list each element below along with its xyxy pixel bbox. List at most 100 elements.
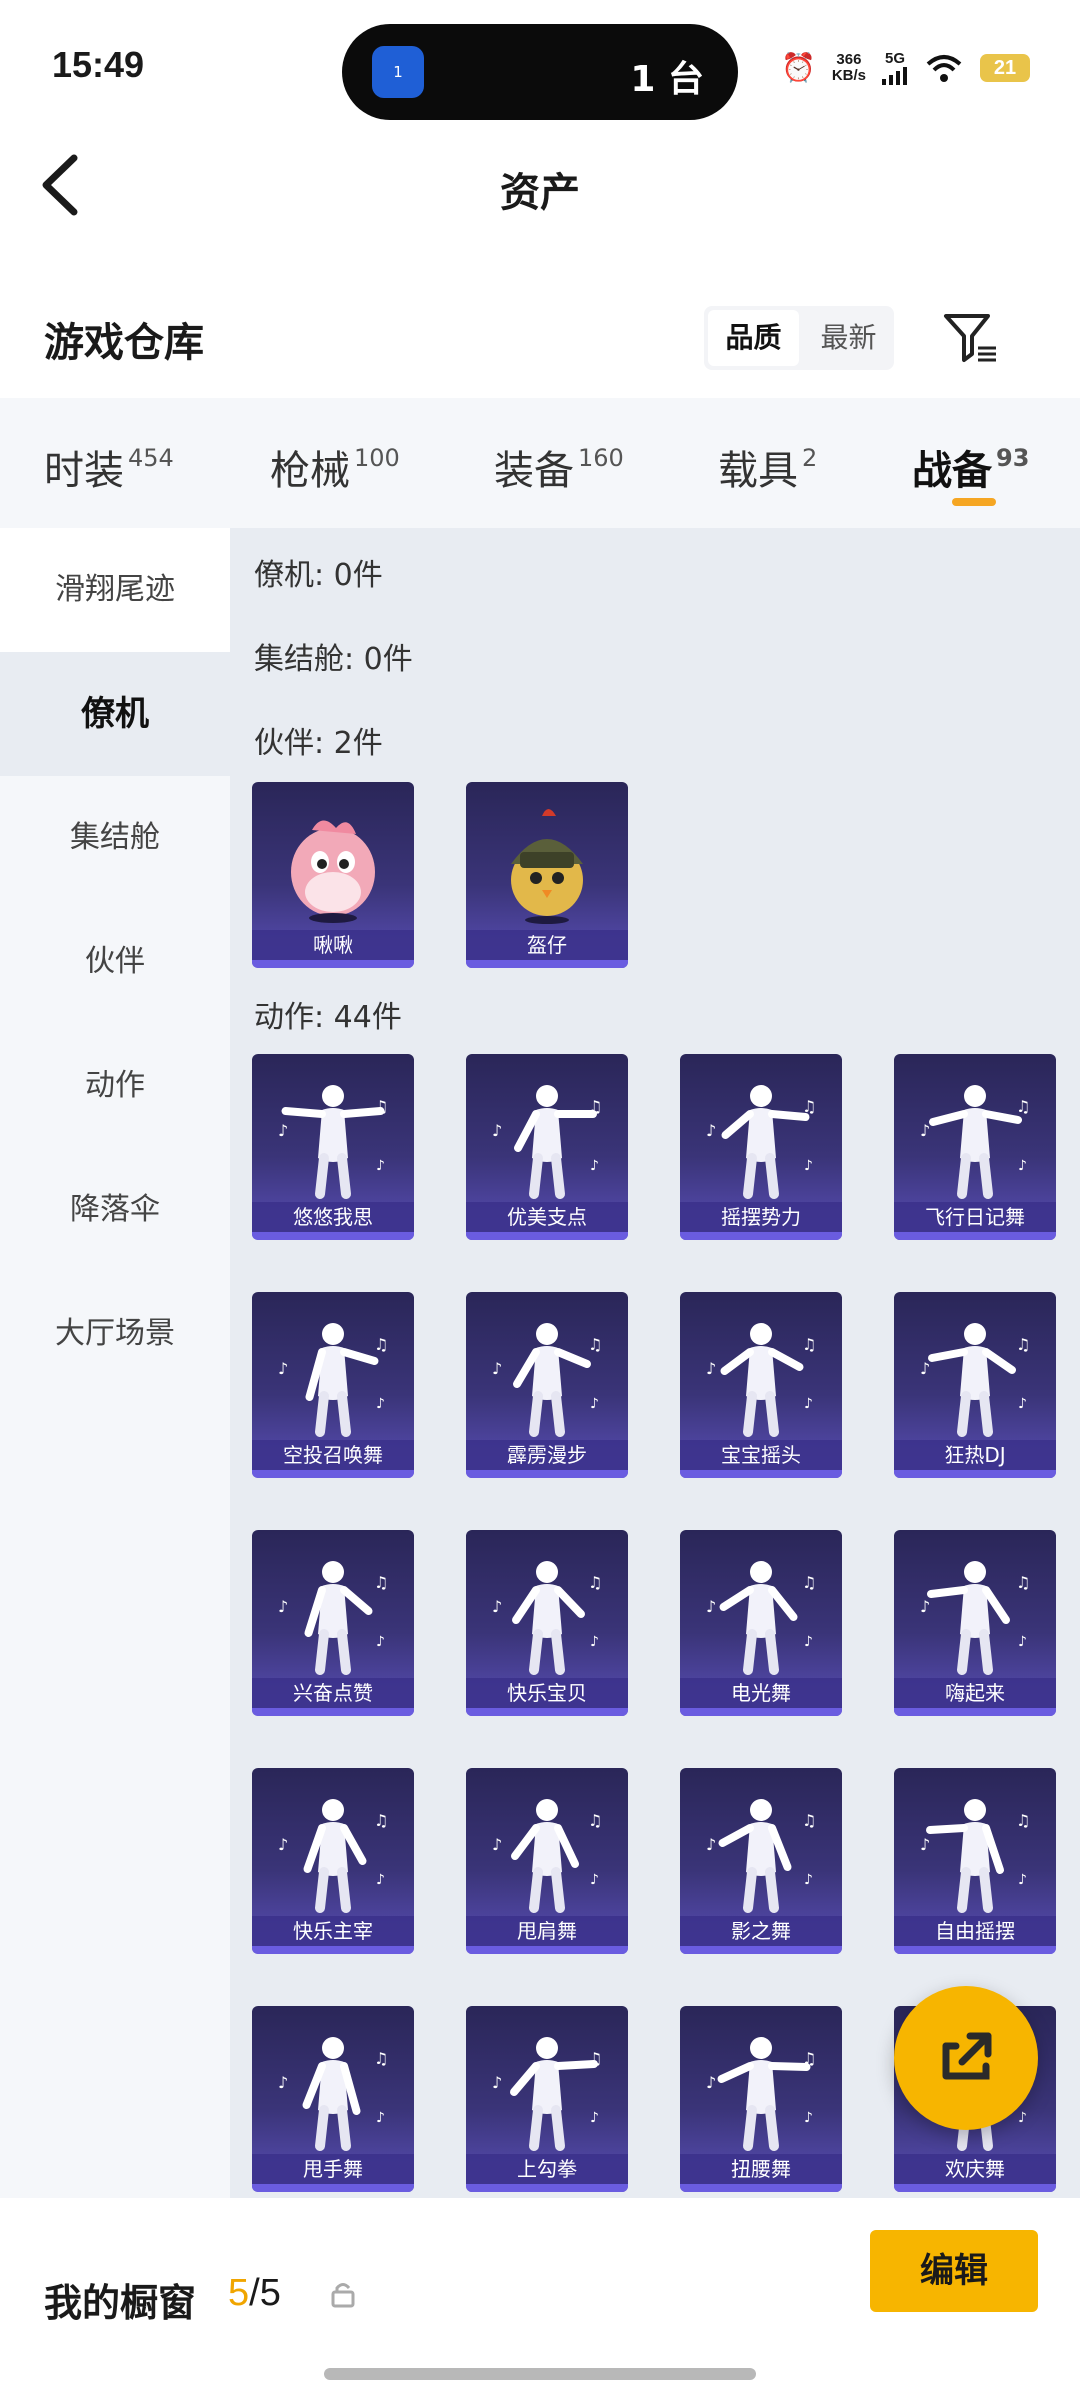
tab-count: 160 — [578, 444, 624, 472]
tab-fashion[interactable]: 时装 454 — [44, 438, 174, 496]
svg-text:♪: ♪ — [278, 1121, 288, 1140]
emote-name: 甩肩舞 — [466, 1916, 628, 1946]
sort-quality-button[interactable]: 品质 — [708, 310, 799, 366]
section-partner: 伙伴: 2件 — [254, 726, 383, 761]
net-speed-value: 366 — [836, 50, 862, 68]
emote-card[interactable]: ♪ ♫ ♪ 上勾拳 — [466, 2006, 628, 2192]
emote-name: 甩手舞 — [252, 2154, 414, 2184]
status-time: 15:49 — [52, 44, 145, 85]
svg-text:♫: ♫ — [802, 1811, 816, 1830]
emote-figure: ♪ ♫ ♪ — [492, 1323, 602, 1437]
tab-vehicles[interactable]: 载具 2 — [718, 438, 817, 496]
emote-card[interactable]: ♪ ♫ ♪ 飞行日记舞 — [894, 1054, 1056, 1240]
home-indicator[interactable] — [324, 2368, 756, 2380]
partner-name: 盔仔 — [466, 930, 628, 960]
emote-card[interactable]: ♪ ♫ ♪ 兴奋点赞 — [252, 1530, 414, 1716]
emote-card[interactable]: ♪ ♫ ♪ 影之舞 — [680, 1768, 842, 1954]
svg-text:♫: ♫ — [374, 1573, 388, 1592]
emote-name: 扭腰舞 — [680, 2154, 842, 2184]
tab-firearms[interactable]: 枪械 100 — [270, 438, 400, 496]
showcase-current: 5 — [228, 2272, 250, 2314]
emote-name: 摇摆势力 — [680, 1202, 842, 1232]
emote-card[interactable]: ♪ ♫ ♪ 快乐主宰 — [252, 1768, 414, 1954]
svg-text:♫: ♫ — [802, 1335, 816, 1354]
category-tabs: 时装 454 枪械 100 装备 160 载具 2 战备 93 — [0, 398, 1080, 528]
emote-card[interactable]: ♪ ♫ ♪ 悠悠我思 — [252, 1054, 414, 1240]
svg-text:♫: ♫ — [588, 1811, 602, 1830]
svg-text:♪: ♪ — [492, 2073, 502, 2092]
emote-card[interactable]: ♪ ♫ ♪ 狂热DJ — [894, 1292, 1056, 1478]
emote-card[interactable]: ♪ ♫ ♪ 嗨起来 — [894, 1530, 1056, 1716]
sidebar-item-rally-pod[interactable]: 集结舱 — [0, 776, 230, 900]
svg-text:♪: ♪ — [376, 1396, 385, 1412]
emote-card[interactable]: ♪ ♫ ♪ 甩肩舞 — [466, 1768, 628, 1954]
emote-figure: ♪ ♫ ♪ — [492, 1799, 602, 1913]
emote-name: 电光舞 — [680, 1678, 842, 1708]
svg-text:♪: ♪ — [376, 1634, 385, 1650]
tab-tactical[interactable]: 战备 93 — [912, 438, 1029, 496]
sidebar-item-partner[interactable]: 伙伴 — [0, 900, 230, 1024]
share-button[interactable] — [894, 1986, 1038, 2130]
section-rally-pod: 集结舱: 0件 — [254, 642, 413, 677]
showcase-bar: 我的橱窗 5/5 编辑 — [0, 2198, 1080, 2400]
svg-text:♪: ♪ — [492, 1359, 502, 1378]
tab-label: 时装 — [44, 448, 124, 494]
emote-name: 霹雳漫步 — [466, 1440, 628, 1470]
svg-text:♪: ♪ — [278, 2073, 288, 2092]
emote-figure: ♪ ♫ ♪ — [920, 1799, 1030, 1913]
emote-figure: ♪ ♫ ♪ — [278, 1323, 388, 1437]
partner-figure-jiujiu — [291, 820, 375, 923]
emote-card[interactable]: ♪ ♫ ♪ 优美支点 — [466, 1054, 628, 1240]
emote-name: 快乐宝贝 — [466, 1678, 628, 1708]
emote-card[interactable]: ♪ ♫ ♪ 扭腰舞 — [680, 2006, 842, 2192]
section-emote: 动作: 44件 — [254, 1000, 402, 1035]
sidebar-item-parachute[interactable]: 降落伞 — [0, 1148, 230, 1272]
partner-card[interactable]: 盔仔 — [466, 782, 628, 968]
status-bar: 15:49 1 1 台 ⏰ 366 KB/s 5G 21 — [0, 0, 1080, 130]
partner-card[interactable]: 啾啾 — [252, 782, 414, 968]
sort-latest-button[interactable]: 最新 — [803, 306, 894, 370]
edit-button[interactable]: 编辑 — [870, 2230, 1038, 2312]
emote-card[interactable]: ♪ ♫ ♪ 甩手舞 — [252, 2006, 414, 2192]
dynamic-island[interactable]: 1 1 台 — [342, 24, 738, 120]
emote-card[interactable]: ♪ ♫ ♪ 电光舞 — [680, 1530, 842, 1716]
svg-text:♪: ♪ — [590, 1396, 599, 1412]
partner-name: 啾啾 — [252, 930, 414, 960]
svg-text:♫: ♫ — [1016, 1811, 1030, 1830]
svg-text:♫: ♫ — [588, 2049, 602, 2068]
svg-text:♫: ♫ — [1016, 1335, 1030, 1354]
sidebar-item-glide-trail[interactable]: 滑翔尾迹 — [0, 528, 230, 652]
island-device-count: 1 台 — [630, 59, 704, 100]
emote-name: 上勾拳 — [466, 2154, 628, 2184]
svg-text:♫: ♫ — [588, 1097, 602, 1116]
emote-figure: ♪ ♫ ♪ — [920, 1561, 1030, 1675]
tab-count: 100 — [354, 444, 400, 472]
emote-card[interactable]: ♪ ♫ ♪ 快乐宝贝 — [466, 1530, 628, 1716]
tab-label: 装备 — [494, 448, 574, 494]
sidebar-item-lobby-scene[interactable]: 大厅场景 — [0, 1272, 230, 1396]
emote-figure: ♪ ♫ ♪ — [278, 2037, 388, 2151]
emote-figure: ♪ ♫ ♪ — [706, 1085, 816, 1199]
svg-text:♫: ♫ — [588, 1335, 602, 1354]
emote-card[interactable]: ♪ ♫ ♪ 自由摇摆 — [894, 1768, 1056, 1954]
tab-label: 战备 — [912, 448, 992, 494]
emote-name: 悠悠我思 — [252, 1202, 414, 1232]
emote-card[interactable]: ♪ ♫ ♪ 摇摆势力 — [680, 1054, 842, 1240]
emote-card[interactable]: ♪ ♫ ♪ 空投召唤舞 — [252, 1292, 414, 1478]
sidebar-item-wingman[interactable]: 僚机 — [0, 652, 230, 776]
svg-text:♪: ♪ — [376, 2110, 385, 2126]
emote-card[interactable]: ♪ ♫ ♪ 宝宝摇头 — [680, 1292, 842, 1478]
emote-figure: ♪ ♫ ♪ — [492, 1561, 602, 1675]
filter-icon[interactable] — [940, 308, 1000, 368]
battery-indicator: 21 — [980, 53, 1030, 82]
emote-figure: ♪ ♫ ♪ — [706, 1799, 816, 1913]
svg-text:♪: ♪ — [920, 1835, 930, 1854]
svg-text:♫: ♫ — [802, 1097, 816, 1116]
active-tab-indicator — [952, 498, 996, 506]
emote-card[interactable]: ♪ ♫ ♪ 霹雳漫步 — [466, 1292, 628, 1478]
section-wingman: 僚机: 0件 — [254, 558, 383, 593]
sidebar-item-emote[interactable]: 动作 — [0, 1024, 230, 1148]
tab-equipment[interactable]: 装备 160 — [494, 438, 624, 496]
emote-figure: ♪ ♫ ♪ — [278, 1085, 388, 1199]
svg-text:♪: ♪ — [492, 1597, 502, 1616]
